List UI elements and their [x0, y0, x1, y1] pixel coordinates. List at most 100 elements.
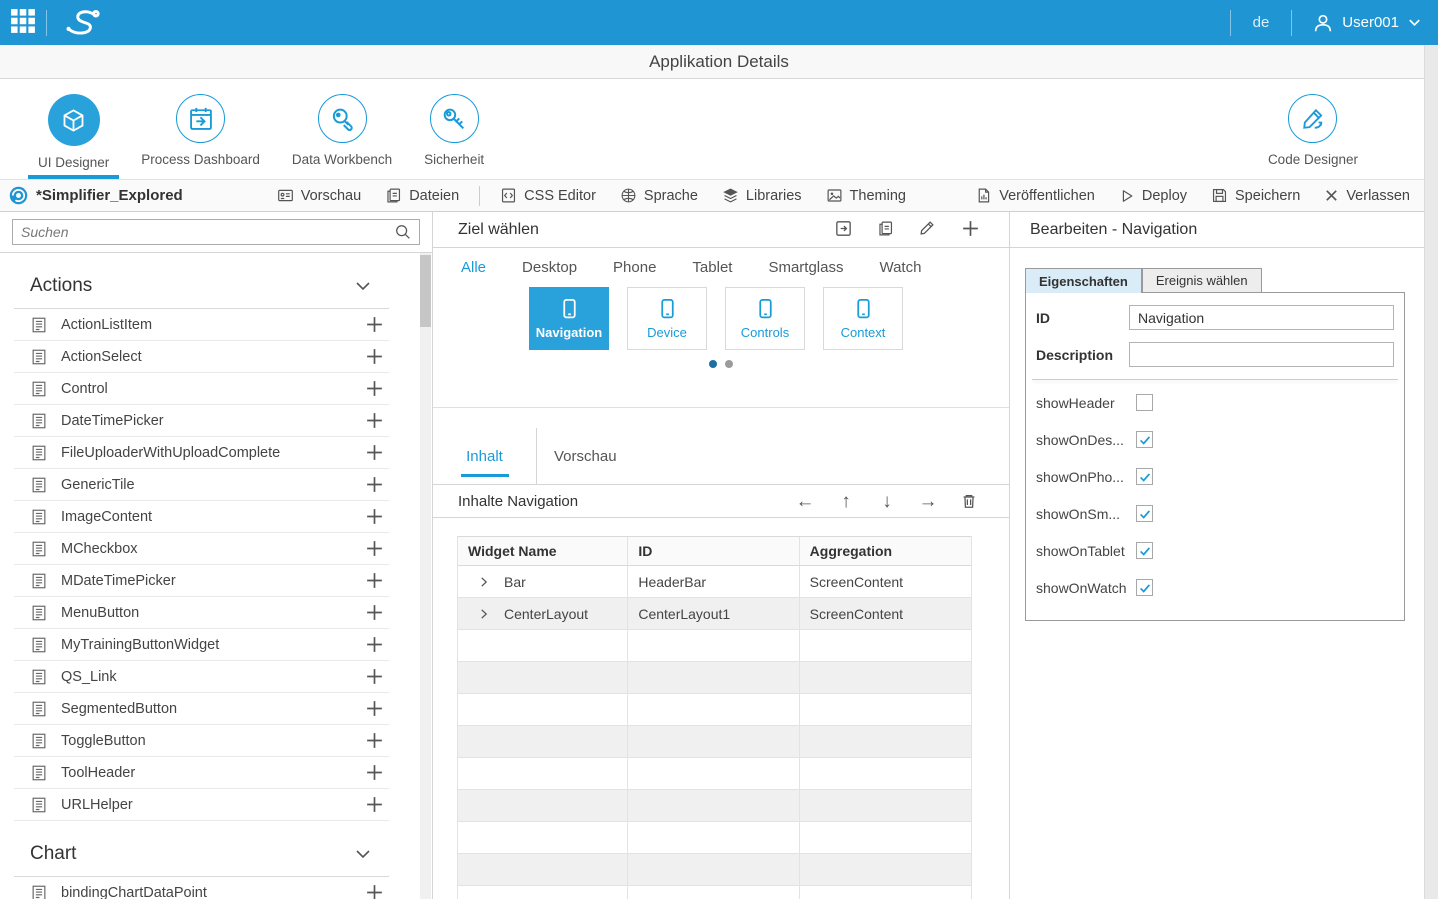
- sidebar-scrollbar[interactable]: [420, 253, 431, 899]
- widget-item-control[interactable]: Control: [14, 373, 389, 405]
- showonwatch-checkbox[interactable]: [1136, 579, 1153, 596]
- add-generictile-button[interactable]: [362, 474, 387, 495]
- tab-vorschau[interactable]: Vorschau: [537, 428, 667, 484]
- page-scrollbar[interactable]: [1424, 45, 1438, 899]
- section-header-chart[interactable]: Chart: [14, 831, 389, 877]
- widget-item-mcheckbox[interactable]: MCheckbox: [14, 533, 389, 565]
- libraries-button[interactable]: Libraries: [710, 180, 814, 212]
- module-code-designer[interactable]: Code Designer: [1258, 79, 1368, 179]
- widget-item-actionlistitem[interactable]: ActionListItem: [14, 309, 389, 341]
- user-menu-button[interactable]: User001: [1292, 0, 1438, 45]
- ver-ffentlichen-button[interactable]: Veröffentlichen: [963, 180, 1107, 212]
- sidebar-scrollbar-thumb[interactable]: [420, 255, 431, 327]
- widget-item-urlhelper[interactable]: URLHelper: [14, 789, 389, 821]
- expand-chevron-icon[interactable]: [478, 608, 490, 620]
- add-fileuploaderwithuploadcomplete-button[interactable]: [362, 442, 387, 463]
- showontablet-checkbox[interactable]: [1136, 542, 1153, 559]
- widget-item-mytrainingbuttonwidget[interactable]: MyTrainingButtonWidget: [14, 629, 389, 661]
- add-mcheckbox-button[interactable]: [362, 538, 387, 559]
- move-left-button[interactable]: ←: [795, 492, 815, 511]
- add-screen-button[interactable]: [960, 218, 981, 242]
- tab-ereignis-waehlen[interactable]: Ereignis wählen: [1142, 268, 1262, 292]
- id-field-label: ID: [1036, 310, 1129, 326]
- screen-tile-controls[interactable]: Controls: [725, 287, 805, 350]
- screen-tile-device[interactable]: Device: [627, 287, 707, 350]
- add-bindingchartdatapoint-button[interactable]: [362, 882, 387, 899]
- module-sicherheit[interactable]: Sicherheit: [414, 79, 494, 179]
- widget-item-imagecontent[interactable]: ImageContent: [14, 501, 389, 533]
- move-right-button[interactable]: →: [918, 492, 938, 511]
- doc-list-icon: [30, 796, 48, 814]
- add-actionselect-button[interactable]: [362, 346, 387, 367]
- language-button[interactable]: de: [1231, 0, 1292, 45]
- showonpho-checkbox[interactable]: [1136, 468, 1153, 485]
- table-row[interactable]: BarHeaderBarScreenContent: [458, 566, 971, 598]
- widget-item-generictile[interactable]: GenericTile: [14, 469, 389, 501]
- move-down-button[interactable]: ↓: [877, 492, 897, 511]
- showheader-checkbox[interactable]: [1136, 394, 1153, 411]
- edit-screen-button[interactable]: [918, 219, 936, 240]
- copy-screen-button[interactable]: [877, 220, 894, 240]
- add-imagecontent-button[interactable]: [362, 506, 387, 527]
- verlassen-button[interactable]: Verlassen: [1312, 180, 1422, 212]
- widget-item-bindingchartdatapoint[interactable]: bindingChartDataPoint: [14, 877, 389, 899]
- add-mytrainingbuttonwidget-button[interactable]: [362, 634, 387, 655]
- showondes-checkbox[interactable]: [1136, 431, 1153, 448]
- add-datetimepicker-button[interactable]: [362, 410, 387, 431]
- search-button[interactable]: [387, 223, 419, 241]
- device-tab-smartglass[interactable]: Smartglass: [768, 259, 843, 276]
- move-up-button[interactable]: ↑: [836, 492, 856, 511]
- add-urlhelper-button[interactable]: [362, 794, 387, 815]
- deploy-button[interactable]: Deploy: [1107, 180, 1199, 212]
- add-qs-link-button[interactable]: [362, 666, 387, 687]
- widget-item-segmentedbutton[interactable]: SegmentedButton: [14, 693, 389, 725]
- table-row[interactable]: CenterLayoutCenterLayout1ScreenContent: [458, 598, 971, 630]
- goto-screen-button[interactable]: [834, 219, 853, 241]
- add-menubutton-button[interactable]: [362, 602, 387, 623]
- device-tab-tablet[interactable]: Tablet: [692, 259, 732, 276]
- device-tab-phone[interactable]: Phone: [613, 259, 656, 276]
- app-launcher-button[interactable]: [0, 0, 46, 45]
- screen-tile-context[interactable]: Context: [823, 287, 903, 350]
- page-dot-2[interactable]: [725, 360, 733, 368]
- theming-button[interactable]: Theming: [814, 180, 918, 212]
- content-list-title: Inhalte Navigation: [458, 493, 795, 510]
- module-process-dashboard[interactable]: Process Dashboard: [131, 79, 270, 179]
- vorschau-button[interactable]: Vorschau: [265, 180, 373, 212]
- widget-item-toolheader[interactable]: ToolHeader: [14, 757, 389, 789]
- css-editor-button[interactable]: CSS Editor: [488, 180, 608, 212]
- sprache-button[interactable]: Sprache: [608, 180, 710, 212]
- add-segmentedbutton-button[interactable]: [362, 698, 387, 719]
- widget-item-actionselect[interactable]: ActionSelect: [14, 341, 389, 373]
- widget-item-qs-link[interactable]: QS_Link: [14, 661, 389, 693]
- description-field-label: Description: [1036, 347, 1129, 363]
- module-ui-designer[interactable]: UI Designer: [28, 79, 119, 179]
- search-input[interactable]: [13, 224, 387, 240]
- widget-item-menubutton[interactable]: MenuButton: [14, 597, 389, 629]
- speichern-button[interactable]: Speichern: [1199, 180, 1312, 212]
- add-toolheader-button[interactable]: [362, 762, 387, 783]
- dateien-button[interactable]: Dateien: [373, 180, 471, 212]
- description-field[interactable]: [1129, 342, 1394, 367]
- add-togglebutton-button[interactable]: [362, 730, 387, 751]
- tab-eigenschaften[interactable]: Eigenschaften: [1025, 268, 1142, 293]
- id-field[interactable]: [1129, 305, 1394, 330]
- widget-item-togglebutton[interactable]: ToggleButton: [14, 725, 389, 757]
- tab-inhalt[interactable]: Inhalt: [433, 428, 537, 484]
- widget-item-mdatetimepicker[interactable]: MDateTimePicker: [14, 565, 389, 597]
- add-actionlistitem-button[interactable]: [362, 314, 387, 335]
- section-header-actions[interactable]: Actions: [14, 263, 389, 309]
- expand-chevron-icon[interactable]: [478, 576, 490, 588]
- device-tab-watch[interactable]: Watch: [879, 259, 921, 276]
- page-dot-1[interactable]: [709, 360, 717, 368]
- widget-item-fileuploaderwithuploadcomplete[interactable]: FileUploaderWithUploadComplete: [14, 437, 389, 469]
- add-control-button[interactable]: [362, 378, 387, 399]
- delete-button[interactable]: [959, 492, 979, 510]
- screen-tile-navigation[interactable]: Navigation: [529, 287, 609, 350]
- device-tab-desktop[interactable]: Desktop: [522, 259, 577, 276]
- showonsm-checkbox[interactable]: [1136, 505, 1153, 522]
- module-data-workbench[interactable]: Data Workbench: [282, 79, 402, 179]
- add-mdatetimepicker-button[interactable]: [362, 570, 387, 591]
- widget-item-datetimepicker[interactable]: DateTimePicker: [14, 405, 389, 437]
- device-tab-alle[interactable]: Alle: [461, 259, 486, 276]
